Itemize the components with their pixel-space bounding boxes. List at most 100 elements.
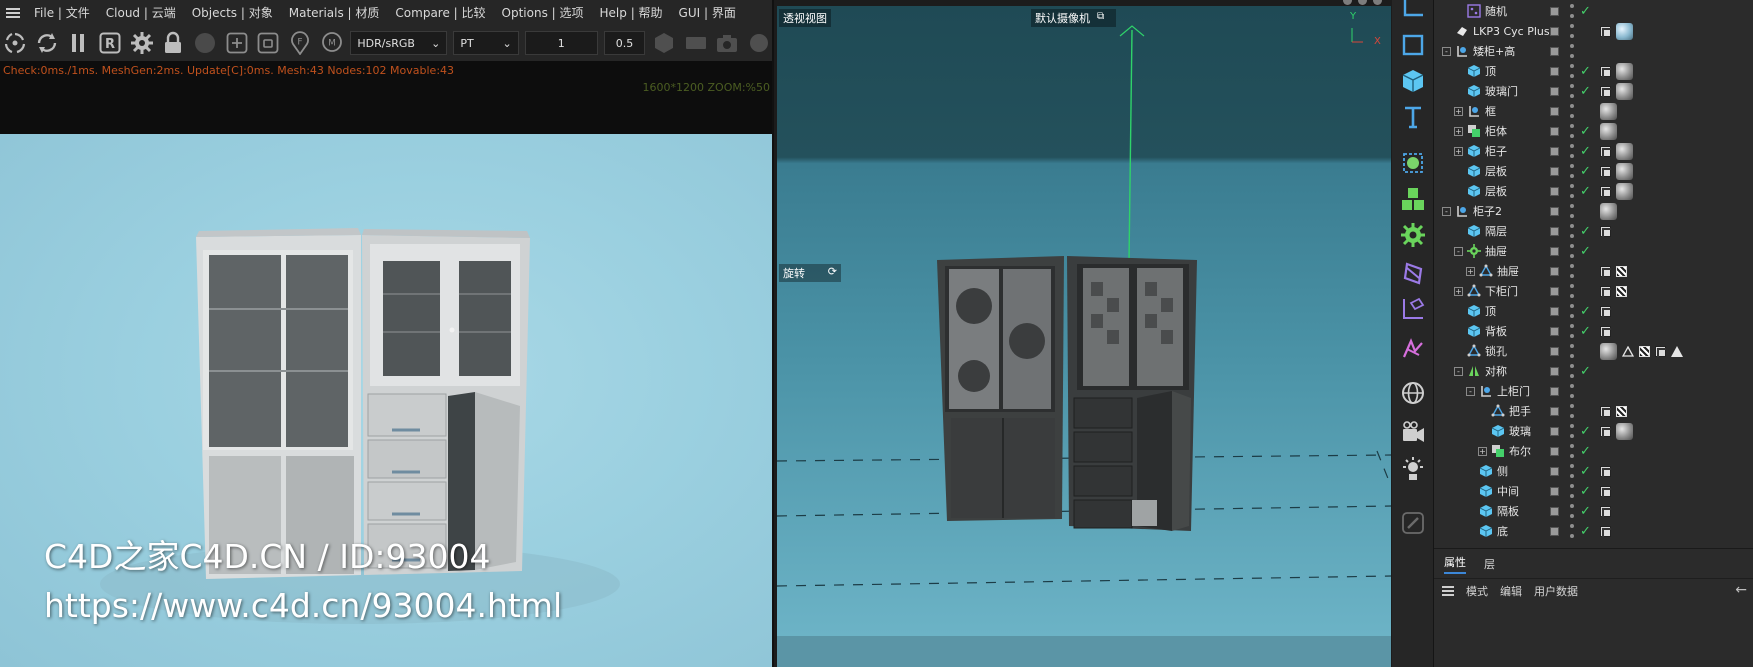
layer-toggle[interactable] [1550, 446, 1559, 456]
checker-tag-icon[interactable] [1616, 285, 1627, 297]
menu-gui[interactable]: GUI | 界面 [679, 4, 736, 21]
visibility-dots[interactable] [1570, 44, 1574, 58]
enabled-check-icon[interactable]: ✓ [1580, 184, 1591, 199]
environment-globe-icon[interactable] [1396, 376, 1430, 410]
tri-outline-tag-icon[interactable] [1621, 345, 1635, 357]
object-name[interactable]: 层板 [1485, 163, 1507, 179]
layer-toggle[interactable] [1550, 346, 1559, 356]
menu-mode[interactable]: 模式 [1466, 583, 1488, 599]
visibility-dots[interactable] [1570, 484, 1574, 498]
object-row[interactable]: 顶 ✓ [1434, 61, 1753, 81]
object-name[interactable]: 隔板 [1497, 503, 1519, 519]
object-row[interactable]: 背板 ✓ [1434, 321, 1753, 341]
layer-toggle[interactable] [1550, 526, 1559, 536]
value-a-field[interactable]: 1 [524, 31, 598, 55]
object-name[interactable]: 锁孔 [1485, 343, 1507, 359]
collapse-toggle[interactable]: - [1454, 366, 1463, 376]
render-start-icon[interactable] [2, 30, 28, 56]
object-name[interactable]: 柜子2 [1473, 203, 1502, 219]
frame-region-icon[interactable] [255, 30, 281, 56]
expand-toggle[interactable]: + [1454, 286, 1463, 296]
object-row[interactable]: + 布尔 ✓ [1434, 441, 1753, 461]
layer-toggle[interactable] [1550, 426, 1559, 436]
phong-tag-icon[interactable] [1600, 165, 1611, 177]
visibility-dots[interactable] [1570, 264, 1574, 278]
enabled-check-icon[interactable]: ✓ [1580, 524, 1591, 539]
enabled-check-icon[interactable]: ✓ [1580, 424, 1591, 439]
phong-tag-icon[interactable] [1600, 285, 1611, 297]
hamburger-menu-icon[interactable] [6, 7, 20, 18]
layer-toggle[interactable] [1550, 286, 1559, 296]
phong-tag-icon[interactable] [1600, 185, 1611, 197]
layer-toggle[interactable] [1550, 306, 1559, 316]
object-name[interactable]: 顶 [1485, 303, 1496, 319]
menu-compare[interactable]: Compare | 比较 [395, 4, 485, 21]
object-name[interactable]: 下柜门 [1485, 283, 1518, 299]
menu-cloud[interactable]: Cloud | 云端 [106, 4, 176, 21]
visibility-dots[interactable] [1570, 384, 1574, 398]
focus-pin-icon[interactable]: F [287, 30, 313, 56]
enabled-check-icon[interactable]: ✓ [1580, 124, 1591, 139]
visibility-dots[interactable] [1570, 304, 1574, 318]
phong-tag-icon[interactable] [1655, 345, 1666, 357]
text-tool-icon[interactable] [1396, 100, 1430, 134]
object-name[interactable]: 抽屉 [1485, 243, 1507, 259]
object-name[interactable]: 对称 [1485, 363, 1507, 379]
expand-toggle[interactable]: + [1454, 106, 1463, 116]
layer-toggle[interactable] [1550, 486, 1559, 496]
camera-dropdown-icon[interactable]: ⧉ [1097, 11, 1104, 22]
cube-primitive-icon[interactable] [1396, 64, 1430, 98]
phong-tag-icon[interactable] [1600, 525, 1611, 537]
visibility-dots[interactable] [1570, 464, 1574, 478]
object-row[interactable]: + 框 [1434, 101, 1753, 121]
hexagon-icon[interactable] [651, 30, 677, 56]
enabled-check-icon[interactable]: ✓ [1580, 484, 1591, 499]
enabled-check-icon[interactable]: ✓ [1580, 4, 1591, 19]
mat-tag-icon[interactable] [1600, 122, 1617, 140]
rectangle-spline-icon[interactable] [1396, 28, 1430, 62]
region-render-icon[interactable]: R [97, 30, 123, 56]
layer-toggle[interactable] [1550, 146, 1559, 156]
object-row[interactable]: - 矮柜+高 [1434, 41, 1753, 61]
visibility-dots[interactable] [1570, 164, 1574, 178]
visibility-dots[interactable] [1570, 364, 1574, 378]
object-row[interactable]: 玻璃门 ✓ [1434, 81, 1753, 101]
value-b-field[interactable]: 0.5 [603, 31, 646, 55]
viewport-canvas[interactable]: 透视视图 默认摄像机 ⧉ Y X 旋转 ⟳ [777, 6, 1391, 636]
window-control-dot[interactable] [1358, 0, 1367, 5]
object-row[interactable]: 中间 ✓ [1434, 481, 1753, 501]
object-row[interactable]: LKP3 Cyc Plus [1434, 21, 1753, 41]
cloner-icon[interactable] [1396, 182, 1430, 216]
deformer-icon[interactable] [1396, 256, 1430, 290]
object-row[interactable]: - 上柜门 [1434, 381, 1753, 401]
enabled-check-icon[interactable]: ✓ [1580, 304, 1591, 319]
record-icon[interactable] [746, 30, 772, 56]
layer-toggle[interactable] [1550, 166, 1559, 176]
menu-user-data[interactable]: 用户数据 [1534, 583, 1578, 599]
object-row[interactable]: - 柜子2 [1434, 201, 1753, 221]
expand-toggle[interactable]: + [1466, 266, 1475, 276]
visibility-dots[interactable] [1570, 284, 1574, 298]
pause-icon[interactable] [65, 30, 91, 56]
layer-toggle[interactable] [1550, 386, 1559, 396]
phong-tag-icon[interactable] [1600, 405, 1611, 417]
object-row[interactable]: - 对称 ✓ [1434, 361, 1753, 381]
object-row[interactable]: + 柜体 ✓ [1434, 121, 1753, 141]
lock-icon[interactable] [160, 30, 186, 56]
layer-toggle[interactable] [1550, 466, 1559, 476]
object-name[interactable]: 底 [1497, 523, 1508, 539]
phong-tag-icon[interactable] [1600, 305, 1611, 317]
object-row[interactable]: 玻璃 ✓ [1434, 421, 1753, 441]
effector-gear-icon[interactable] [1396, 218, 1430, 252]
visibility-dots[interactable] [1570, 524, 1574, 538]
phong-tag-icon[interactable] [1600, 485, 1611, 497]
checker-tag-icon[interactable] [1616, 405, 1627, 417]
mat-tag-icon[interactable] [1600, 342, 1617, 360]
layer-toggle[interactable] [1550, 406, 1559, 416]
enabled-check-icon[interactable]: ✓ [1580, 224, 1591, 239]
object-name[interactable]: 上柜门 [1497, 383, 1530, 399]
mat-tag-icon[interactable] [1616, 422, 1633, 440]
object-row[interactable]: 顶 ✓ [1434, 301, 1753, 321]
collapse-toggle[interactable]: - [1442, 206, 1451, 216]
enabled-check-icon[interactable]: ✓ [1580, 244, 1591, 259]
